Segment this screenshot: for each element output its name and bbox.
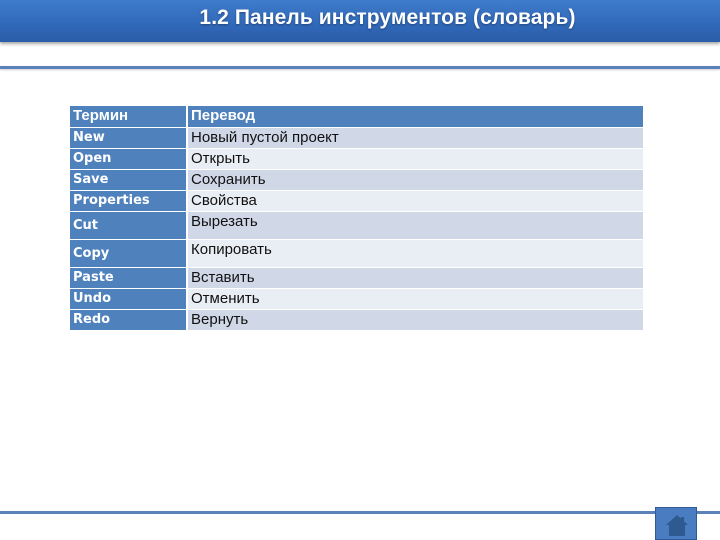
- term-cell: New: [70, 128, 188, 148]
- translation-cell: Свойства: [188, 191, 643, 211]
- term-cell: Open: [70, 149, 188, 169]
- table-header-row: Термин Перевод: [70, 106, 643, 127]
- term-cell: Paste: [70, 268, 188, 288]
- term-cell: Copy: [70, 240, 188, 267]
- translation-cell: Открыть: [188, 149, 643, 169]
- translation-cell: Отменить: [188, 289, 643, 309]
- term-cell: Cut: [70, 212, 188, 239]
- column-header-term: Термин: [70, 106, 188, 127]
- table-row: Cut Вырезать: [70, 212, 643, 239]
- home-button[interactable]: [655, 507, 697, 540]
- translation-cell: Вырезать: [188, 212, 643, 239]
- term-cell: Properties: [70, 191, 188, 211]
- table-row: Undo Отменить: [70, 289, 643, 309]
- table-row: Open Открыть: [70, 149, 643, 169]
- term-cell: Save: [70, 170, 188, 190]
- column-header-translation: Перевод: [188, 106, 643, 127]
- translation-cell: Копировать: [188, 240, 643, 267]
- table-row: New Новый пустой проект: [70, 128, 643, 148]
- top-divider: [0, 66, 720, 69]
- translation-cell: Вставить: [188, 268, 643, 288]
- translation-cell: Вернуть: [188, 310, 643, 330]
- home-icon: [666, 515, 688, 536]
- term-cell: Undo: [70, 289, 188, 309]
- translation-cell: Сохранить: [188, 170, 643, 190]
- table-row: Copy Копировать: [70, 240, 643, 267]
- slide-title: 1.2 Панель инструментов (словарь): [199, 6, 576, 29]
- title-bar: 1.2 Панель инструментов (словарь): [0, 0, 720, 42]
- bottom-divider: [0, 511, 720, 514]
- term-cell: Redo: [70, 310, 188, 330]
- translation-cell: Новый пустой проект: [188, 128, 643, 148]
- table-row: Paste Вставить: [70, 268, 643, 288]
- table-row: Save Сохранить: [70, 170, 643, 190]
- table-row: Properties Свойства: [70, 191, 643, 211]
- dictionary-table: Термин Перевод New Новый пустой проект O…: [70, 105, 643, 331]
- table-row: Redo Вернуть: [70, 310, 643, 330]
